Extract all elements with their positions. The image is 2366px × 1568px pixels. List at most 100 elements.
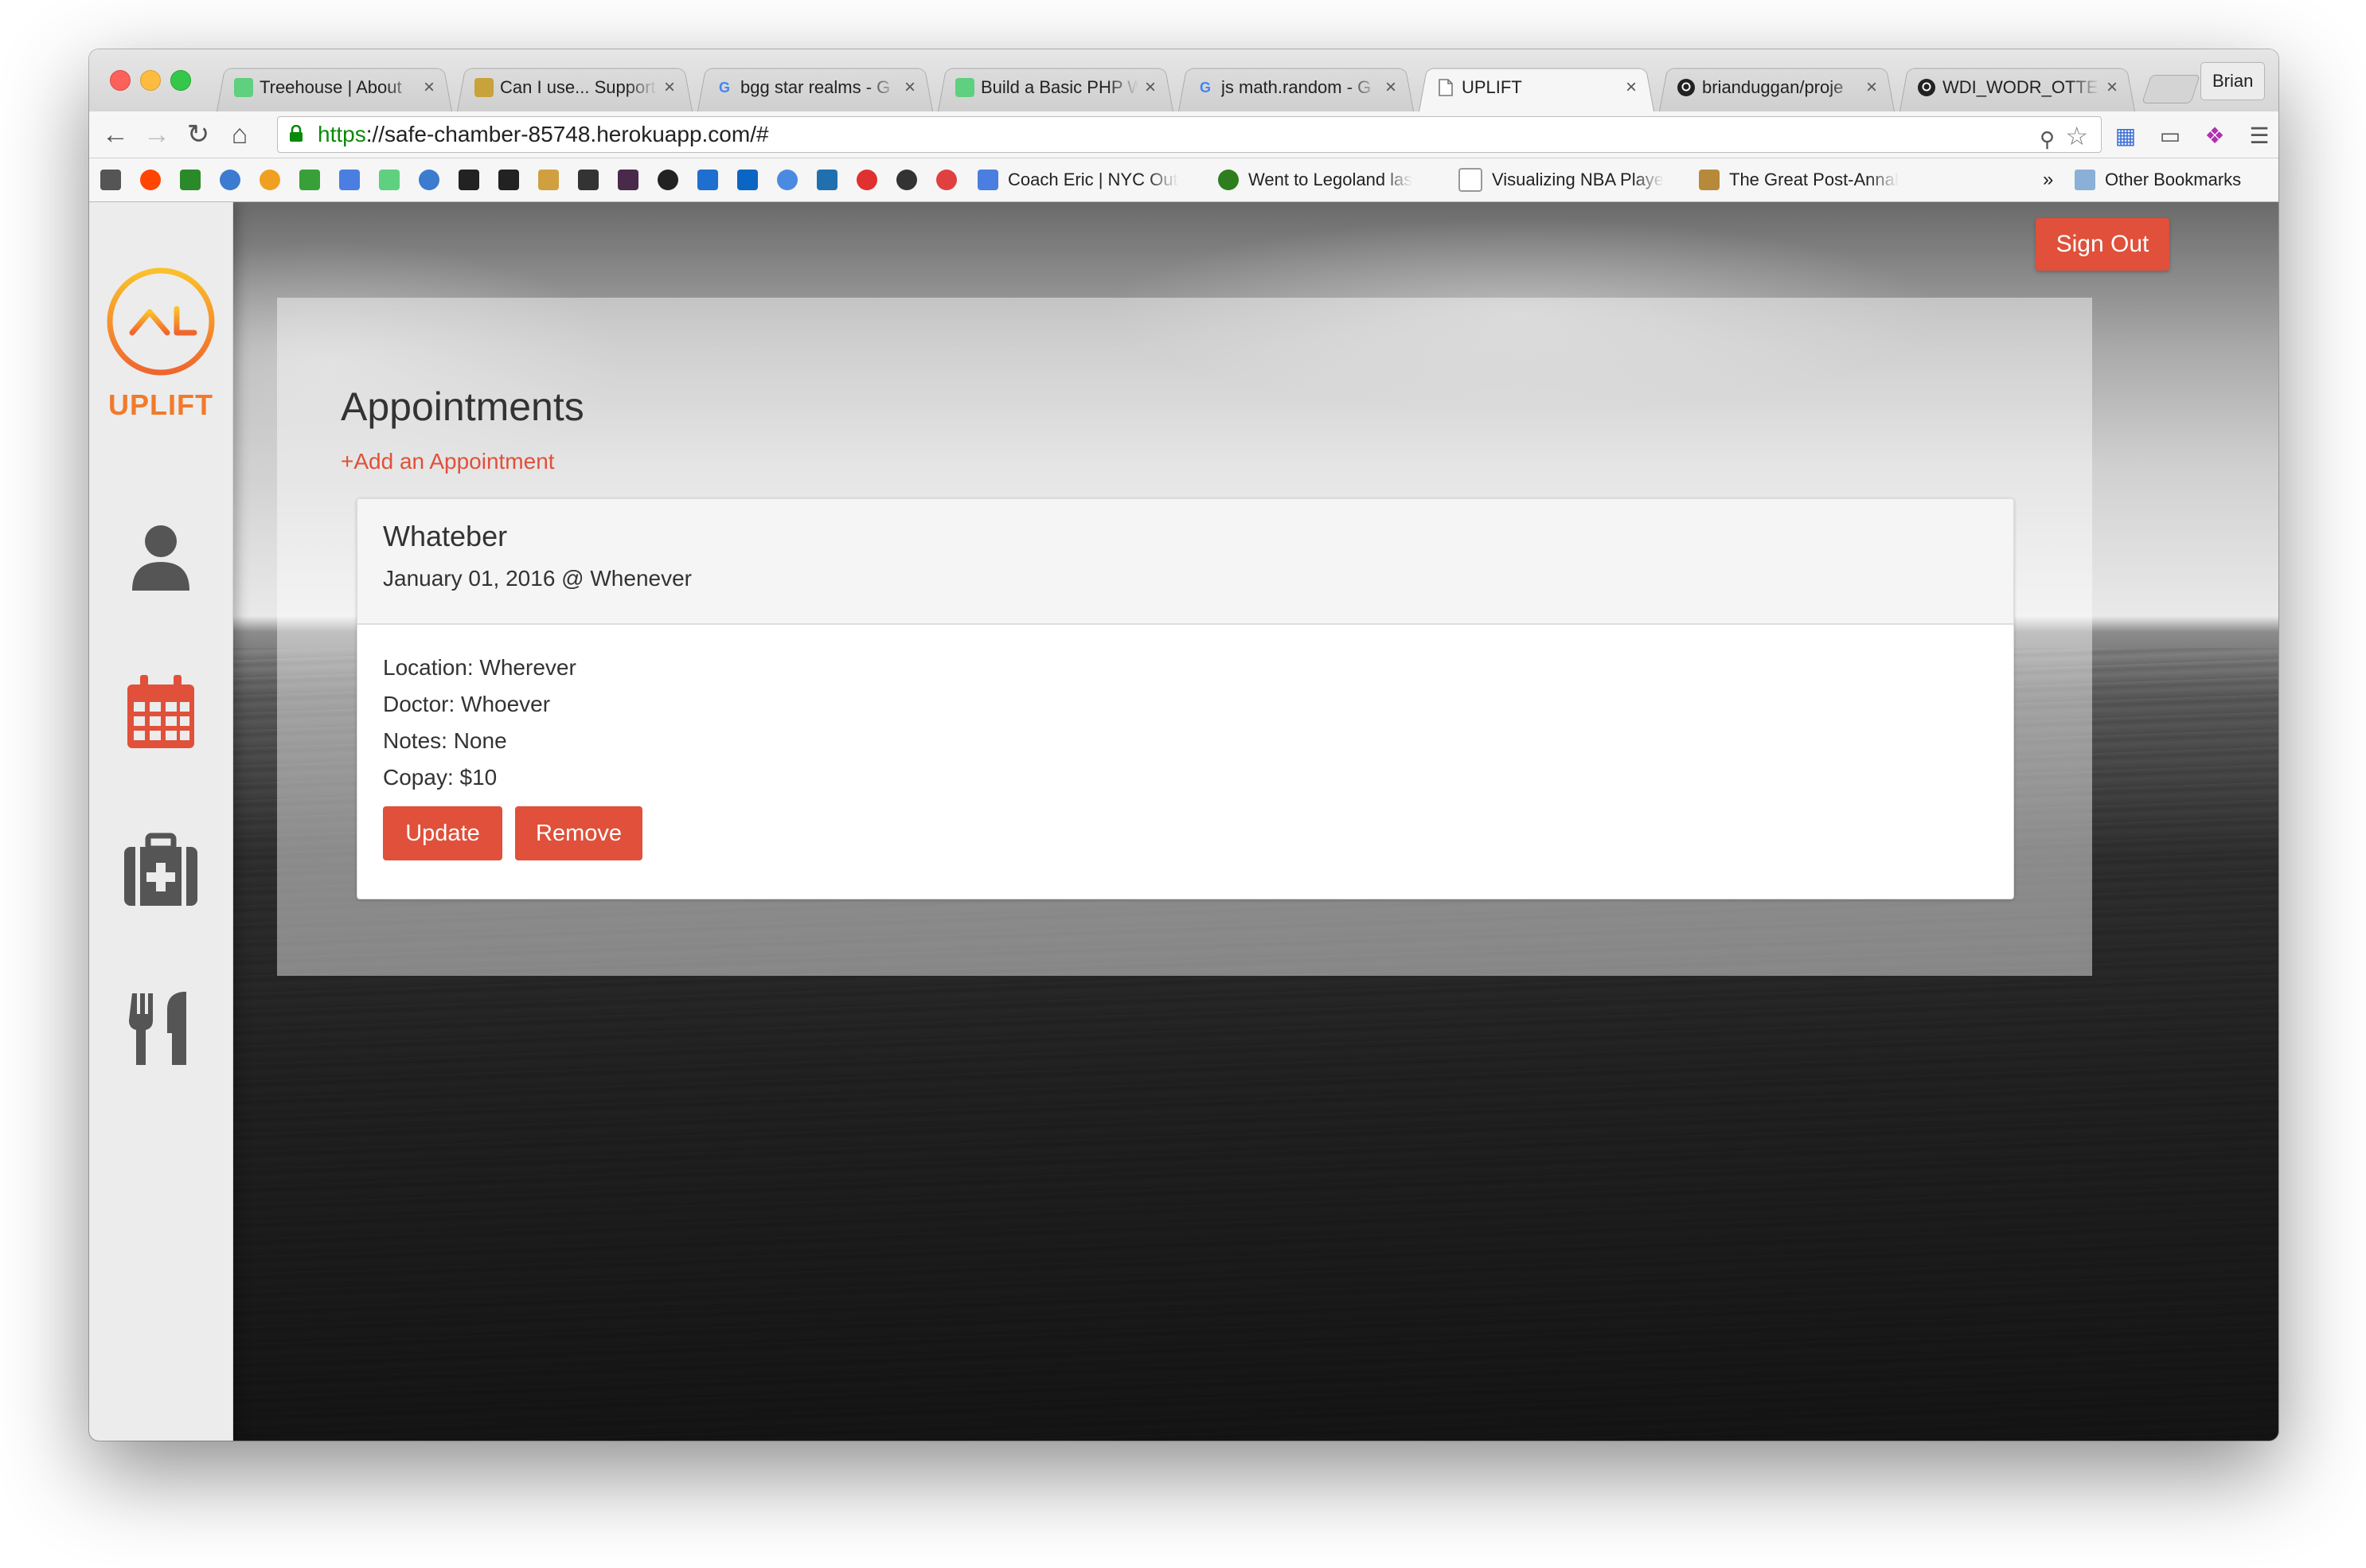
brand-name: UPLIFT xyxy=(108,388,213,421)
github-icon[interactable] xyxy=(658,170,678,190)
extension-icon[interactable]: ▦ xyxy=(2111,121,2140,150)
profile-button[interactable]: Brian xyxy=(2200,62,2266,100)
tab-title: js math.random - G xyxy=(1221,77,1372,97)
tab-title: brianduggan/proje xyxy=(1702,77,1844,97)
bookmark-item[interactable]: Coach Eric | NYC Out xyxy=(978,158,1178,201)
uplift-logo-icon[interactable] xyxy=(103,264,218,379)
tab-close-icon[interactable]: × xyxy=(1379,76,1403,99)
cast-icon[interactable]: ▭ xyxy=(2156,121,2184,150)
tab-strip: Treehouse | About × Can I use... Support… xyxy=(89,49,2278,111)
forward-arrow-icon[interactable]: → xyxy=(142,119,172,150)
bookmark-icon[interactable] xyxy=(260,170,280,190)
bookmark-icon[interactable] xyxy=(100,170,121,190)
first-aid-kit-icon[interactable] xyxy=(121,831,201,911)
tab-close-icon[interactable]: × xyxy=(1619,76,1643,99)
browser-tab[interactable]: Build a Basic PHP W × xyxy=(938,64,1173,111)
docs-icon xyxy=(978,170,998,190)
bookmark-icon[interactable] xyxy=(936,170,957,190)
key-icon[interactable]: ⚲ xyxy=(2040,122,2055,157)
appointment-title: Whateber xyxy=(383,520,508,552)
browser-tab-active[interactable]: UPLIFT × xyxy=(1419,64,1654,111)
appointment-card-header: Whateber January 01, 2016 @ Whenever xyxy=(357,499,2013,625)
bookmark-label: Coach Eric | NYC Out xyxy=(1008,170,1178,189)
browser-tab[interactable]: Treehouse | About × xyxy=(217,64,452,111)
bookmarks-overflow-chevron-icon[interactable]: » xyxy=(2043,158,2053,201)
appointment-location: Location: Wherever xyxy=(383,655,576,680)
bookmark-item[interactable]: Visualizing NBA Playe xyxy=(1458,158,1664,201)
address-bar[interactable]: https://safe-chamber-85748.herokuapp.com… xyxy=(277,116,2102,153)
treehouse-icon[interactable] xyxy=(379,170,400,190)
bookmark-label: Went to Legoland las xyxy=(1248,170,1413,189)
appointment-doctor: Doctor: Whoever xyxy=(383,692,551,716)
tab-title: WDI_WODR_OTTER xyxy=(1942,77,2100,97)
linkedin-icon[interactable] xyxy=(737,170,758,190)
remove-button[interactable]: Remove xyxy=(515,806,642,860)
slack-icon[interactable] xyxy=(618,170,638,190)
appointment-notes: Notes: None xyxy=(383,728,507,753)
browser-tab[interactable]: Can I use... Support × xyxy=(457,64,693,111)
zoom-window-button[interactable] xyxy=(170,70,191,91)
tab-title: Build a Basic PHP W xyxy=(981,77,1138,97)
sign-out-button[interactable]: Sign Out xyxy=(2036,218,2169,271)
tab-close-icon[interactable]: × xyxy=(1138,76,1162,99)
bookmark-icon[interactable] xyxy=(538,170,559,190)
browser-tab[interactable]: WDI_WODR_OTTER × xyxy=(1899,64,2135,111)
browser-tab[interactable]: G js math.random - G × xyxy=(1178,64,1414,111)
nytimes-icon[interactable] xyxy=(498,170,519,190)
appointment-copay: Copay: $10 xyxy=(383,765,498,790)
bookmark-star-icon[interactable]: ☆ xyxy=(2065,119,2088,154)
github-favicon-icon xyxy=(1917,78,1936,97)
bookmarks-bar: Coach Eric | NYC Out Went to Legoland la… xyxy=(89,158,2278,202)
close-window-button[interactable] xyxy=(110,70,131,91)
treehouse-favicon-icon xyxy=(955,78,974,97)
update-button[interactable]: Update xyxy=(383,806,502,860)
tab-close-icon[interactable]: × xyxy=(898,76,922,99)
github-favicon-icon xyxy=(1677,78,1696,97)
browser-tab[interactable]: brianduggan/proje × xyxy=(1659,64,1895,111)
star-icon[interactable] xyxy=(896,170,917,190)
tab-title: Can I use... Support xyxy=(500,77,656,97)
google-favicon-icon: G xyxy=(1199,79,1211,96)
utensils-icon[interactable] xyxy=(121,989,201,1068)
bookmark-icon[interactable] xyxy=(220,170,240,190)
other-bookmarks-label: Other Bookmarks xyxy=(2105,170,2242,189)
app-sidebar: UPLIFT xyxy=(89,202,233,1441)
trello-icon[interactable] xyxy=(697,170,718,190)
add-appointment-link[interactable]: +Add an Appointment xyxy=(341,449,555,474)
tab-close-icon[interactable]: × xyxy=(1860,76,1884,99)
bookmark-item[interactable]: The Great Post-Annal xyxy=(1699,158,1899,201)
menu-icon[interactable]: ☰ xyxy=(2245,121,2274,150)
reload-icon[interactable]: ↻ xyxy=(183,119,213,150)
td-bank-icon[interactable] xyxy=(180,170,201,190)
bookmark-icon[interactable] xyxy=(299,170,320,190)
page-title: Appointments xyxy=(341,384,584,429)
home-icon[interactable]: ⌂ xyxy=(224,119,255,150)
bookmark-icon[interactable] xyxy=(777,170,798,190)
extension-icon[interactable]: ❖ xyxy=(2200,121,2229,150)
other-bookmarks[interactable]: Other Bookmarks xyxy=(2075,158,2241,201)
general-assembly-icon[interactable] xyxy=(857,170,877,190)
new-tab-button[interactable] xyxy=(2142,75,2200,103)
user-icon[interactable] xyxy=(121,517,201,597)
document-icon xyxy=(1458,168,1482,192)
folder-icon xyxy=(2075,170,2095,190)
caniuse-favicon-icon xyxy=(474,78,494,97)
bbc-icon[interactable] xyxy=(578,170,599,190)
browser-tab[interactable]: G bgg star realms - G × xyxy=(697,64,933,111)
minimize-window-button[interactable] xyxy=(140,70,161,91)
translate-icon[interactable] xyxy=(339,170,360,190)
bookmark-icon[interactable] xyxy=(817,170,837,190)
url-text: https://safe-chamber-85748.herokuapp.com… xyxy=(318,122,769,146)
reddit-icon[interactable] xyxy=(140,170,161,190)
bookmark-icon[interactable] xyxy=(419,170,439,190)
tab-close-icon[interactable]: × xyxy=(2100,76,2124,99)
nytimes-icon[interactable] xyxy=(459,170,479,190)
bookmark-label: Visualizing NBA Playe xyxy=(1492,170,1665,189)
back-arrow-icon[interactable]: ← xyxy=(100,119,131,150)
browser-window: Treehouse | About × Can I use... Support… xyxy=(89,49,2278,1441)
lock-icon xyxy=(290,125,303,142)
tab-close-icon[interactable]: × xyxy=(417,76,441,99)
calendar-icon[interactable] xyxy=(121,672,201,751)
tab-close-icon[interactable]: × xyxy=(658,76,681,99)
bookmark-item[interactable]: Went to Legoland las xyxy=(1218,158,1412,201)
